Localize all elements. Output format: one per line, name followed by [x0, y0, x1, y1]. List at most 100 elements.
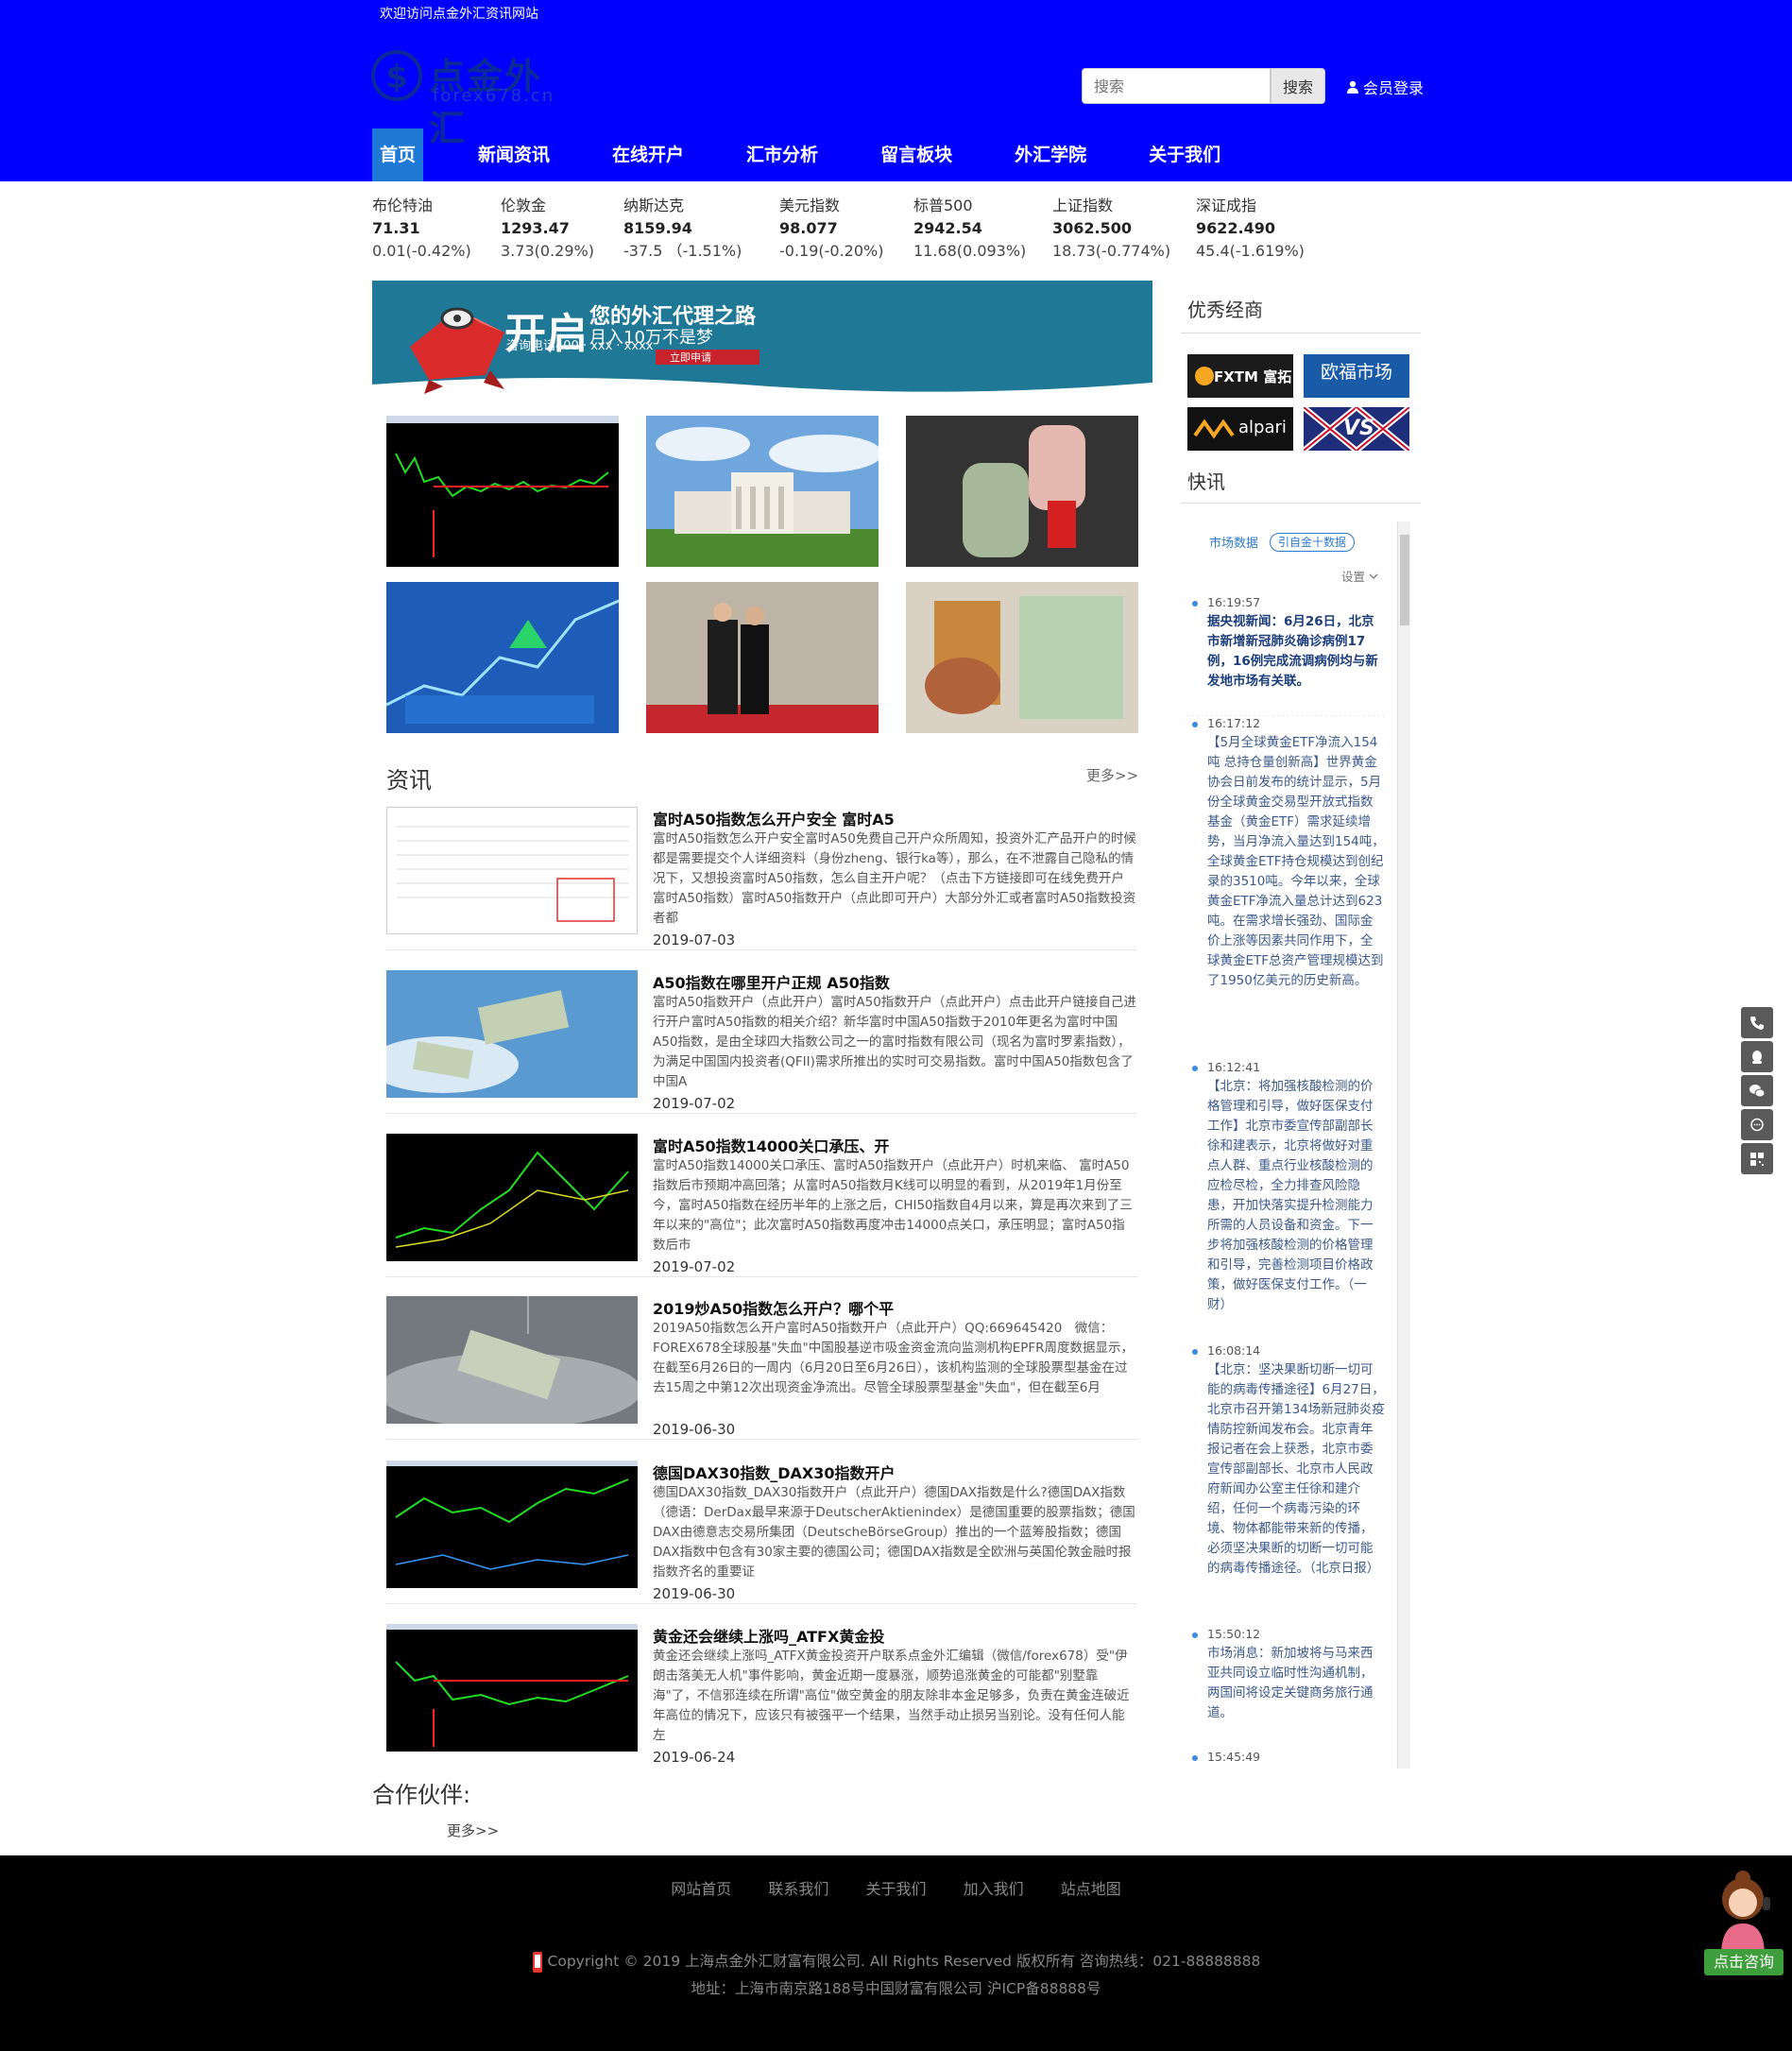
news-item[interactable]: 2019炒A50指数怎么开户？哪个平 2019A50指数怎么开户富时A50指数开… — [386, 1289, 1137, 1440]
news-more-link[interactable]: 更多>> — [1086, 765, 1138, 785]
nav-about[interactable]: 关于我们 — [1141, 128, 1228, 181]
wechat-button[interactable] — [1741, 1075, 1773, 1106]
news-item[interactable]: A50指数在哪里开户正规 A50指数 富时A50指数开户（点此开户）富时A50指… — [386, 963, 1137, 1114]
news-date: 2019-07-02 — [653, 1095, 736, 1112]
broker-logo-vs[interactable]: VS — [1304, 407, 1409, 451]
tab-market-data[interactable]: 市场数据 — [1209, 533, 1258, 551]
bullet-dot — [1192, 1066, 1198, 1071]
site-header: 欢迎访问点金外汇资讯网站 $ 点金外汇 forex678.cn 搜索 会员登录 … — [0, 0, 1792, 181]
news-item[interactable]: 德国DAX30指数_DAX30指数开户 德国DAX30指数_DAX30指数开户（… — [386, 1453, 1137, 1604]
settings-dropdown[interactable]: 设置 — [1341, 567, 1378, 585]
gallery-image-blue-chart[interactable] — [386, 582, 619, 733]
footer-link-join[interactable]: 加入我们 — [964, 1880, 1024, 1898]
flash-item[interactable]: 16:19:57 据央视新闻：6月26日，北京市新增新冠肺炎确诊病例17例，16… — [1186, 595, 1385, 692]
flash-news-panel[interactable]: 市场数据 引自金十数据 设置 16:19:57 据央视新闻：6月26日，北京市新… — [1186, 521, 1412, 1769]
brokers-title: 优秀经商 — [1187, 299, 1263, 321]
gallery-image-euro-notes[interactable] — [906, 582, 1138, 733]
news-item[interactable]: 黄金还会继续上涨吗_ATFX黄金投 黄金还会继续上涨吗_ATFX黄金投资开户联系… — [386, 1616, 1137, 1768]
news-title[interactable]: 富时A50指数14000关口承压、开 — [653, 1134, 889, 1156]
phone-button[interactable] — [1741, 1007, 1773, 1038]
news-thumbnail — [386, 1134, 638, 1261]
ticker-price: 98.077 — [779, 219, 838, 237]
news-title[interactable]: 黄金还会继续上涨吗_ATFX黄金投 — [653, 1624, 884, 1647]
qrcode-button[interactable] — [1741, 1143, 1773, 1174]
scrollbar-thumb[interactable] — [1400, 535, 1409, 625]
ticker-price: 8159.94 — [623, 219, 692, 237]
tab-jin10-source[interactable]: 引自金十数据 — [1270, 533, 1356, 552]
flash-item[interactable]: 15:45:49 — [1186, 1750, 1385, 1764]
ticker-item[interactable]: 伦敦金 1293.47 3.73(0.29%) — [501, 195, 594, 263]
news-title[interactable]: 2019炒A50指数怎么开户？哪个平 — [653, 1296, 894, 1319]
news-summary: 2019A50指数怎么开户富时A50指数开户（点此开户）QQ:669645420… — [653, 1321, 1135, 1395]
partners-more-link[interactable]: 更多>> — [447, 1820, 499, 1840]
broker-logo-ofm[interactable]: 欧福市场 — [1304, 354, 1409, 398]
chart-image — [386, 416, 619, 567]
user-icon — [1347, 80, 1358, 94]
ticker-change: 45.4(-1.619%) — [1196, 242, 1305, 260]
site-logo[interactable]: $ 点金外汇 forex678.cn — [370, 45, 559, 149]
footer-link-sitemap[interactable]: 站点地图 — [1061, 1880, 1121, 1898]
news-date: 2019-06-30 — [653, 1585, 736, 1602]
flash-item[interactable]: 16:08:14 【北京：坚决果断切断一切可能的病毒传播途径】6月27日，北京市… — [1186, 1343, 1385, 1579]
nav-guestbook[interactable]: 留言板块 — [873, 128, 960, 181]
banner-apply-button[interactable]: 立即申请 — [670, 350, 711, 365]
ticker-change: 3.73(0.29%) — [501, 242, 594, 260]
nav-analysis[interactable]: 汇市分析 — [739, 128, 826, 181]
building-image — [646, 416, 879, 567]
ticker-item[interactable]: 上证指数 3062.500 18.73(-0.774%) — [1052, 195, 1170, 263]
flash-item[interactable]: 16:17:12 【5月全球黄金ETF净流入154吨 总持仓量创新高】世界黄金协… — [1186, 715, 1385, 991]
qr-code-icon — [1750, 1152, 1764, 1166]
footer-link-contact[interactable]: 联系我们 — [768, 1880, 828, 1898]
login-label: 会员登录 — [1363, 79, 1425, 97]
login-link[interactable]: 会员登录 — [1346, 76, 1424, 98]
gallery-image-federal-reserve[interactable] — [646, 416, 879, 567]
bullet-dot — [1192, 1632, 1198, 1638]
ticker-item[interactable]: 标普500 2942.54 11.68(0.093%) — [913, 195, 1026, 263]
news-thumbnail — [386, 1296, 638, 1424]
consult-button[interactable]: 点击咨询 — [1704, 1949, 1783, 1975]
nav-home[interactable]: 首页 — [372, 128, 424, 181]
news-summary: 富时A50指数14000关口承压、富时A50指数开户（点此开户）时机来临、 富时… — [653, 1158, 1133, 1253]
flash-text: 【北京：坚决果断切断一切可能的病毒传播途径】6月27日，北京市召开第134场新冠… — [1207, 1362, 1385, 1576]
flash-title: 快讯 — [1187, 470, 1225, 493]
ticker-item[interactable]: 深证成指 9622.490 45.4(-1.619%) — [1196, 195, 1305, 263]
flash-scrollbar[interactable] — [1397, 521, 1410, 1769]
nav-academy[interactable]: 外汇学院 — [1007, 128, 1094, 181]
flash-item[interactable]: 16:12:41 【北京：将加强核酸检测的价格管理和引导，做好医保支付工作】北京… — [1186, 1060, 1385, 1315]
money-image — [906, 582, 1138, 733]
ticker-item[interactable]: 布伦特油 71.31 0.01(-0.42%) — [372, 195, 471, 263]
nav-open-account[interactable]: 在线开户 — [605, 128, 691, 181]
broker-logo-fxtm[interactable]: FXTM 富拓 — [1187, 354, 1293, 398]
ticker-item[interactable]: 美元指数 98.077 -0.19(-0.20%) — [779, 195, 883, 263]
news-title[interactable]: 德国DAX30指数_DAX30指数开户 — [653, 1461, 896, 1483]
bullet-dot — [1192, 1755, 1198, 1761]
flash-time: 15:50:12 — [1207, 1627, 1261, 1641]
qq-button[interactable] — [1741, 1041, 1773, 1072]
news-title[interactable]: A50指数在哪里开户正规 A50指数 — [653, 970, 890, 993]
nav-news[interactable]: 新闻资讯 — [470, 128, 557, 181]
footer-link-about[interactable]: 关于我们 — [865, 1880, 926, 1898]
agent-recruit-banner[interactable]: 开启 您的外汇代理之路 月入10万不是梦 咨询电话400 · xxx · xxx… — [372, 281, 1152, 400]
broker-logo-alpari[interactable]: alpari — [1187, 407, 1293, 451]
search-input[interactable] — [1082, 68, 1271, 104]
table-screenshot-image — [387, 808, 637, 933]
news-thumbnail — [386, 1624, 638, 1752]
news-summary: 富时A50指数怎么开户安全富时A50免费自己开户众所周知，投资外汇产品开户的时候… — [653, 831, 1136, 926]
ticker-price: 71.31 — [372, 219, 420, 237]
ticker-item[interactable]: 纳斯达克 8159.94 -37.5 （-1.51%) — [623, 195, 742, 263]
message-button[interactable] — [1741, 1109, 1773, 1140]
ticker-change: -0.19(-0.20%) — [779, 242, 884, 260]
gallery-image-currency-rolls[interactable] — [906, 416, 1138, 567]
flash-item[interactable]: 15:50:12 市场消息：新加坡将与马来西亚共同设立临时性沟通机制，两国间将设… — [1186, 1627, 1385, 1723]
news-item[interactable]: 富时A50指数14000关口承压、开 富时A50指数14000关口承压、富时A5… — [386, 1126, 1137, 1277]
logo-domain: forex678.cn — [433, 86, 555, 106]
search-button[interactable]: 搜索 — [1271, 68, 1325, 104]
phone-icon — [1750, 1016, 1764, 1030]
news-item[interactable]: 富时A50指数怎么开户安全 富时A5 富时A50指数怎么开户安全富时A50免费自… — [386, 799, 1137, 950]
gallery-image-chart[interactable] — [386, 416, 619, 567]
news-title[interactable]: 富时A50指数怎么开户安全 富时A5 — [653, 807, 895, 829]
ticker-name: 美元指数 — [779, 197, 841, 214]
footer-link-home[interactable]: 网站首页 — [671, 1880, 731, 1898]
broker-name: 欧福市场 — [1321, 362, 1393, 383]
gallery-image-leaders[interactable] — [646, 582, 879, 733]
